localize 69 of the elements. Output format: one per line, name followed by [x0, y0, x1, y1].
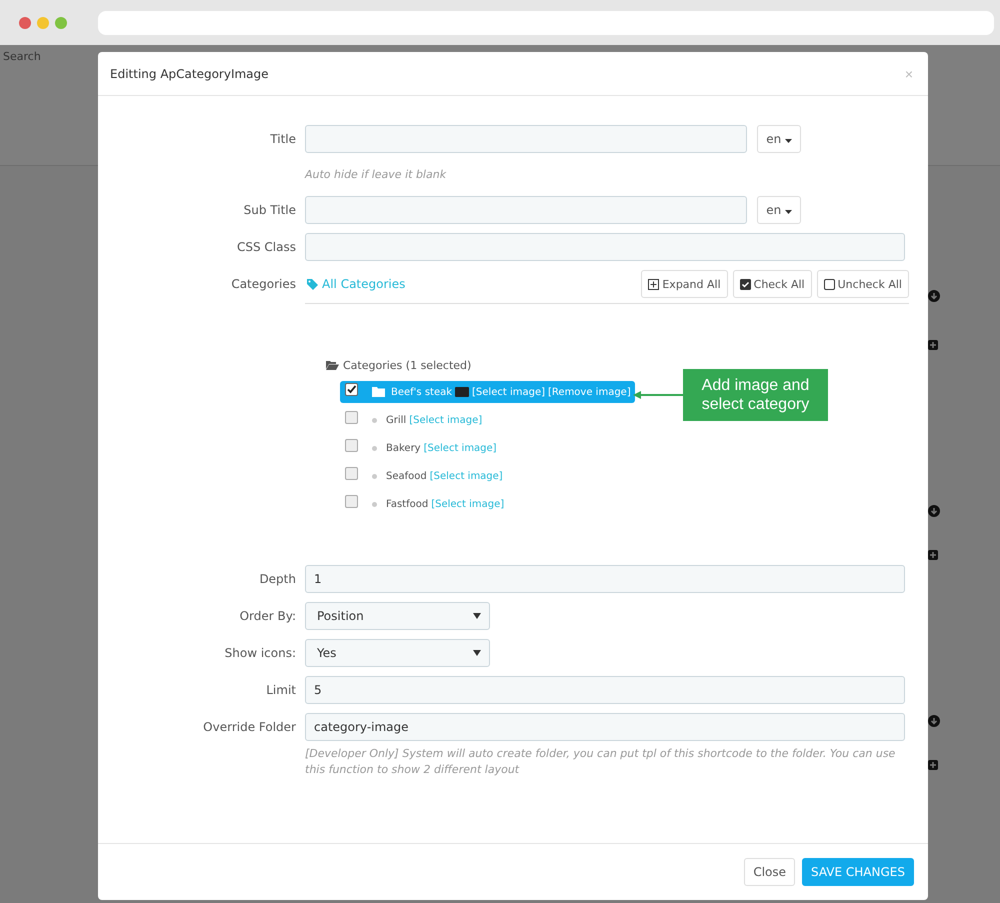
tree-action-button[interactable]: Expand All	[641, 270, 728, 298]
tree-action-button[interactable]: Uncheck All	[816, 270, 909, 298]
select-dropdown[interactable]: Yes	[305, 639, 490, 667]
bullet-icon	[372, 418, 377, 422]
checkbox[interactable]	[345, 382, 358, 396]
callout-arrow	[633, 390, 683, 400]
caret-icon	[473, 650, 481, 656]
plus-square-icon	[928, 340, 938, 350]
maximize-window-dot[interactable]	[55, 16, 67, 28]
tree-root-label: Categories (1 selected)	[343, 358, 472, 372]
checkbox[interactable]	[345, 410, 358, 424]
text-field[interactable]	[305, 233, 905, 261]
text-field[interactable]: 1	[305, 565, 905, 593]
category-name: Grill	[386, 414, 406, 426]
arrow-down-circle-icon	[928, 505, 940, 517]
help-text: [Developer Only] System will auto create folder, you can put tpl of this shortcode to the folder. You can use this function to show 2 different layout	[305, 746, 896, 778]
arrow-down-circle-icon	[928, 715, 940, 727]
category-row[interactable]: Fastfood [Select image]	[340, 493, 508, 515]
caret-icon	[473, 613, 481, 619]
field-label: Limit	[265, 682, 296, 699]
checkbox[interactable]	[345, 494, 358, 508]
field-label: Sub Title	[242, 202, 296, 219]
text-field[interactable]: category-image	[305, 713, 905, 741]
plus-square-icon	[648, 278, 660, 290]
minimize-window-dot[interactable]	[37, 16, 49, 28]
caret-icon	[785, 210, 792, 214]
bullet-icon	[372, 474, 377, 478]
text-field[interactable]	[305, 196, 748, 224]
category-row[interactable]: Grill [Select image]	[340, 409, 486, 431]
modal-title: Editting ApCategoryImage	[110, 66, 269, 80]
bullet-icon	[372, 502, 377, 506]
tag-icon	[307, 278, 318, 290]
category-name: Fastfood	[386, 498, 428, 510]
field-label: Show icons:	[224, 645, 296, 662]
arrow-down-circle-icon	[928, 290, 940, 302]
plus-square-icon	[928, 550, 938, 560]
checked-square-icon	[740, 278, 751, 290]
field-label: Categories	[230, 276, 296, 293]
field-label: Title	[269, 131, 296, 148]
search-label: Search	[2, 49, 42, 65]
close-button[interactable]: Close	[744, 858, 796, 886]
field-label: CSS Class	[236, 239, 296, 256]
annotation-callout: Add image and select category	[683, 369, 828, 421]
checkbox[interactable]	[345, 466, 358, 480]
category-row[interactable]: Seafood [Select image]	[340, 465, 507, 487]
category-name: Bakery	[386, 442, 421, 454]
category-row[interactable]: Bakery [Select image]	[340, 437, 501, 459]
caret-icon	[785, 139, 792, 143]
field-label: Depth	[258, 571, 296, 588]
field-label: Order By:	[238, 608, 296, 625]
select-dropdown[interactable]: Position	[305, 602, 490, 630]
language-dropdown[interactable]: en	[757, 125, 801, 153]
empty-square-icon	[824, 278, 835, 290]
field-label: Override Folder	[202, 719, 296, 736]
image-thumbnail	[455, 387, 470, 397]
plus-square-icon	[928, 760, 938, 770]
category-name: Seafood	[386, 470, 427, 482]
open-folder-icon	[326, 360, 339, 370]
checkbox[interactable]	[345, 438, 358, 452]
folder-icon	[372, 387, 385, 397]
close-window-dot[interactable]	[19, 16, 31, 28]
text-field[interactable]	[305, 125, 748, 153]
help-text: Auto hide if leave it blank	[305, 167, 448, 183]
address-bar[interactable]	[98, 10, 994, 34]
bullet-icon	[372, 446, 377, 450]
category-name: Beef's steak	[391, 386, 452, 398]
tree-action-button[interactable]: Check All	[732, 270, 812, 298]
language-dropdown[interactable]: en	[757, 196, 801, 224]
text-field[interactable]: 5	[305, 676, 905, 704]
